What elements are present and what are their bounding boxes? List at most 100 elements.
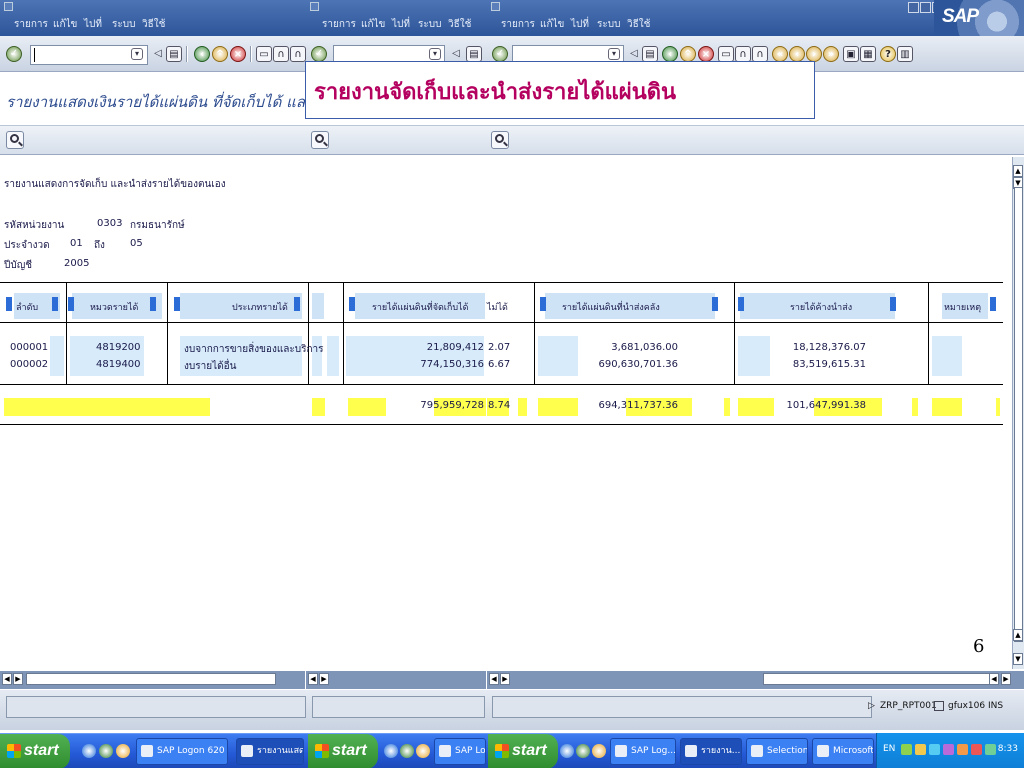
horizontal-scrollbar[interactable]: ◀ ▶ ◀ ▶	[487, 671, 1024, 689]
menu-list[interactable]: รายการ	[501, 17, 535, 32]
scroll-thumb[interactable]	[26, 673, 276, 685]
scroll-up-icon[interactable]: ▲	[1013, 165, 1023, 177]
security-icon[interactable]	[915, 744, 926, 755]
maximize-icon[interactable]	[920, 2, 931, 13]
vertical-scrollbar[interactable]: ▲ ▼ ▲ ▼	[1012, 157, 1024, 669]
menu-system[interactable]: ระบบ	[418, 17, 441, 32]
task-microsoft[interactable]: Microsoft...	[812, 738, 874, 765]
start-button[interactable]: start	[0, 734, 70, 768]
history-arrow-icon[interactable]: ◁	[452, 46, 460, 62]
menu-goto[interactable]: ไปที่	[392, 17, 410, 32]
search-icon[interactable]	[6, 131, 24, 149]
scroll-left-icon[interactable]: ◀	[2, 673, 12, 685]
enter-check-icon[interactable]: ✓	[311, 46, 327, 62]
connection-icon[interactable]	[985, 744, 996, 755]
enter-check-icon[interactable]: ✓	[6, 46, 22, 62]
cancel-icon[interactable]: ×	[698, 46, 714, 62]
scroll-right-icon[interactable]: ▶	[1001, 673, 1011, 685]
menu-help[interactable]: วิธีใช้	[448, 17, 471, 32]
status-lock-icon[interactable]	[934, 701, 944, 711]
dropdown-icon[interactable]: ▾	[429, 48, 441, 60]
desktop-icon[interactable]	[576, 744, 590, 758]
media-icon[interactable]	[416, 744, 430, 758]
ie-icon[interactable]	[560, 744, 574, 758]
desktop-icon[interactable]	[99, 744, 113, 758]
new-session-icon[interactable]: ▣	[843, 46, 859, 62]
task-sap-logon[interactable]: SAP Logon 620	[136, 738, 228, 765]
sap-window-icon[interactable]	[310, 2, 319, 11]
scroll-thumb[interactable]	[1014, 187, 1023, 642]
scroll-down-icon[interactable]: ▼	[1013, 653, 1023, 665]
help-icon[interactable]: ?	[880, 46, 896, 62]
desktop-icon[interactable]	[400, 744, 414, 758]
scroll-up-icon[interactable]: ▲	[1013, 629, 1023, 641]
shortcut-icon[interactable]: ▦	[860, 46, 876, 62]
antivirus-icon[interactable]	[957, 744, 968, 755]
menu-system[interactable]: ระบบ	[112, 17, 135, 32]
history-arrow-icon[interactable]: ◁	[630, 46, 638, 62]
menu-edit[interactable]: แก้ไข	[53, 17, 77, 32]
scroll-left-icon[interactable]: ◀	[989, 673, 999, 685]
search-icon[interactable]	[491, 131, 509, 149]
menu-goto[interactable]: ไปที่	[571, 17, 589, 32]
print-icon[interactable]: ▭	[256, 46, 272, 62]
ie-icon[interactable]	[384, 744, 398, 758]
sap-window-icon[interactable]	[4, 2, 13, 11]
task-sap-logon[interactable]: SAP Log...	[434, 738, 486, 765]
media-icon[interactable]	[116, 744, 130, 758]
find-next-icon[interactable]: ∩	[752, 46, 768, 62]
update-icon[interactable]	[971, 744, 982, 755]
scroll-right-icon[interactable]: ▶	[500, 673, 510, 685]
task-selection[interactable]: Selection...	[746, 738, 808, 765]
network-icon[interactable]	[901, 744, 912, 755]
horizontal-scrollbar[interactable]: ◀ ▶	[0, 671, 305, 689]
save-icon[interactable]: ▤	[642, 46, 658, 62]
menu-edit[interactable]: แก้ไข	[540, 17, 564, 32]
print-icon[interactable]: ▭	[718, 46, 734, 62]
menu-goto[interactable]: ไปที่	[84, 17, 102, 32]
status-expand-icon[interactable]: ▷	[868, 701, 875, 711]
start-button[interactable]: start	[488, 734, 558, 768]
dropdown-icon[interactable]: ▾	[608, 48, 620, 60]
layout-menu-icon[interactable]: ▥	[897, 46, 913, 62]
last-page-icon[interactable]: »	[823, 46, 839, 62]
messenger-icon[interactable]	[943, 744, 954, 755]
back-icon[interactable]: ‹	[194, 46, 210, 62]
minimize-icon[interactable]	[908, 2, 919, 13]
first-page-icon[interactable]: «	[772, 46, 788, 62]
enter-check-icon[interactable]: ✓	[492, 46, 508, 62]
scroll-left-icon[interactable]: ◀	[308, 673, 318, 685]
save-icon[interactable]: ▤	[466, 46, 482, 62]
scroll-left-icon[interactable]: ◀	[489, 673, 499, 685]
menu-edit[interactable]: แก้ไข	[361, 17, 385, 32]
search-icon[interactable]	[311, 131, 329, 149]
menu-help[interactable]: วิธีใช้	[142, 17, 165, 32]
find-icon[interactable]: ∩	[273, 46, 289, 62]
language-indicator[interactable]: EN	[883, 744, 895, 754]
task-sap-logon[interactable]: SAP Log...	[610, 738, 676, 765]
menu-system[interactable]: ระบบ	[597, 17, 620, 32]
scroll-right-icon[interactable]: ▶	[319, 673, 329, 685]
save-icon[interactable]: ▤	[166, 46, 182, 62]
scroll-right-icon[interactable]: ▶	[13, 673, 23, 685]
menu-list[interactable]: รายการ	[322, 17, 356, 32]
media-icon[interactable]	[592, 744, 606, 758]
find-icon[interactable]: ∩	[735, 46, 751, 62]
horizontal-scrollbar[interactable]: ◀ ▶	[306, 671, 486, 689]
exit-icon[interactable]: ^	[212, 46, 228, 62]
prev-page-icon[interactable]: ‹	[789, 46, 805, 62]
ie-icon[interactable]	[82, 744, 96, 758]
menu-list[interactable]: รายการ	[14, 17, 48, 32]
find-next-icon[interactable]: ∩	[290, 46, 306, 62]
task-report[interactable]: รายงาน...	[680, 738, 742, 765]
start-button[interactable]: start	[308, 734, 378, 768]
dropdown-icon[interactable]: ▾	[131, 48, 143, 60]
history-arrow-icon[interactable]: ◁	[154, 46, 162, 62]
cancel-icon[interactable]: ×	[230, 46, 246, 62]
task-report[interactable]: รายงานแสดงเ	[236, 738, 304, 765]
scroll-thumb[interactable]	[763, 673, 995, 685]
exit-icon[interactable]: ^	[680, 46, 696, 62]
next-page-icon[interactable]: ›	[806, 46, 822, 62]
sap-window-icon[interactable]	[491, 2, 500, 11]
menu-help[interactable]: วิธีใช้	[627, 17, 650, 32]
